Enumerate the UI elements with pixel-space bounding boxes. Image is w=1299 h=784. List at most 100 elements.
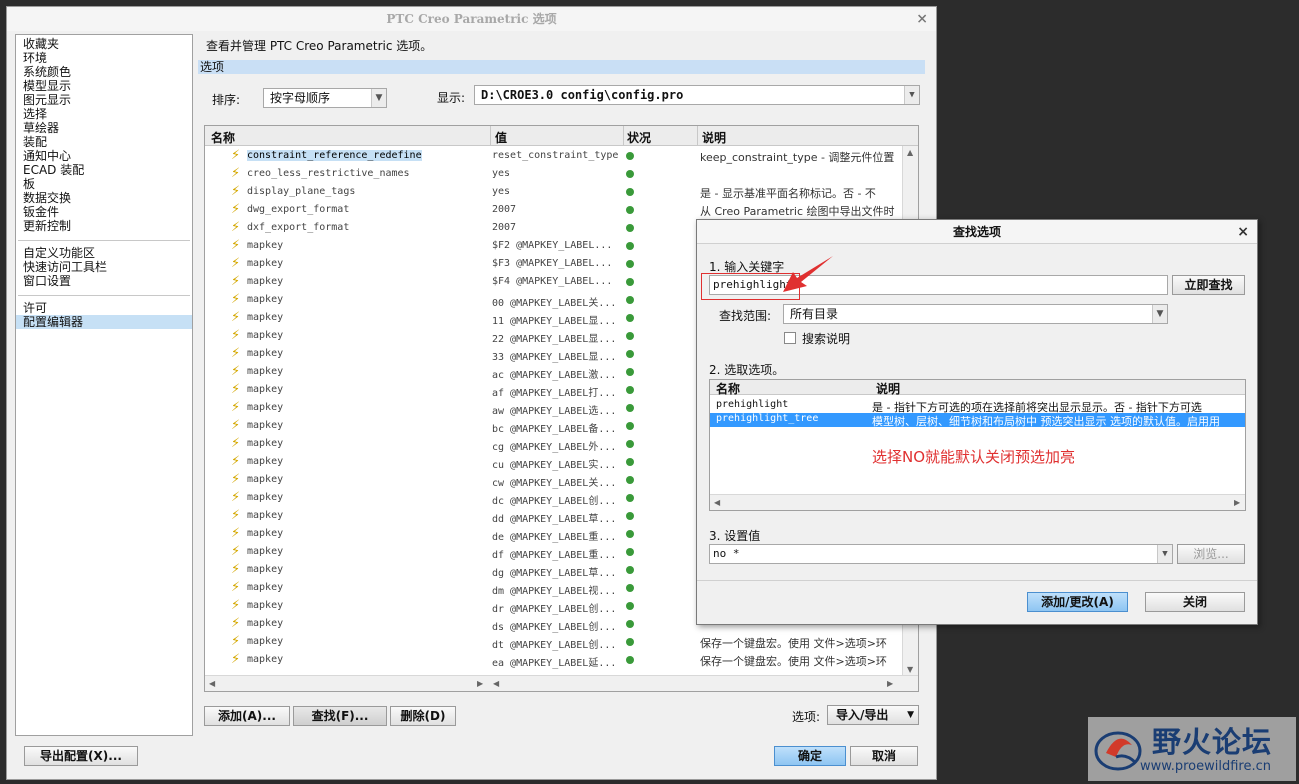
scroll-right-icon[interactable]: ▶ <box>477 679 483 688</box>
category-item[interactable]: 钣金件 <box>16 205 192 219</box>
table-row[interactable]: ⚡ mapkey dt @MAPKEY_LABEL创... 保存一个键盘宏。使用 文件… <box>205 633 902 651</box>
chevron-down-icon: ▼ <box>371 89 386 107</box>
option-value: 2007 <box>492 204 517 215</box>
option-description: keep_constraint_type - 调整元件位置 <box>700 151 895 164</box>
column-header-description[interactable]: 说明 <box>876 380 900 397</box>
option-name: mapkey <box>247 330 284 341</box>
category-item[interactable]: 选择 <box>16 107 192 121</box>
scroll-left-icon[interactable]: ◀ <box>493 679 499 688</box>
show-dropdown[interactable]: D:\CROE3.0 config\config.pro ▼ <box>474 85 920 105</box>
result-description: 模型树、层树、细节树和布局树中 预选突出显示 选项的默认值。启用用 <box>872 415 1220 427</box>
option-value: dt @MAPKEY_LABEL创... <box>492 640 617 651</box>
category-item[interactable]: 许可 <box>16 301 192 315</box>
category-item[interactable]: 窗口设置 <box>16 274 192 288</box>
scroll-right-icon[interactable]: ▶ <box>1234 498 1240 507</box>
scroll-left-icon[interactable]: ◀ <box>714 498 720 507</box>
scroll-right-icon[interactable]: ▶ <box>887 679 893 688</box>
chevron-down-icon: ▼ <box>1152 305 1167 323</box>
import-export-button[interactable]: 导入/导出 ▼ <box>827 705 919 725</box>
watermark: 野火论坛 www.proewildfire.cn <box>1088 717 1296 781</box>
table-row[interactable]: ⚡ mapkey ea @MAPKEY_LABEL延... 保存一个键盘宏。使用 文件… <box>205 651 902 669</box>
close-icon[interactable]: × <box>916 7 928 31</box>
export-config-button[interactable]: 导出配置(X)... <box>24 746 138 766</box>
result-row[interactable]: prehighlight_tree 模型树、层树、细节树和布局树中 预选突出显示 … <box>710 413 1245 427</box>
column-header-value[interactable]: 值 <box>495 129 507 146</box>
column-header-description[interactable]: 说明 <box>702 129 726 146</box>
sort-dropdown[interactable]: 按字母顺序 ▼ <box>263 88 387 108</box>
lightning-icon: ⚡ <box>231 400 241 415</box>
watermark-url: www.proewildfire.cn <box>1140 759 1271 774</box>
cancel-button[interactable]: 取消 <box>850 746 918 766</box>
category-item[interactable]: 通知中心 <box>16 149 192 163</box>
status-dot-icon <box>626 494 634 502</box>
lightning-icon: ⚡ <box>231 472 241 487</box>
chevron-down-icon: ▼ <box>1157 545 1172 563</box>
option-value: de @MAPKEY_LABEL重... <box>492 532 617 543</box>
value-dropdown[interactable]: no * ▼ <box>709 544 1173 564</box>
results-header: 名称 说明 <box>710 380 1245 397</box>
option-value: df @MAPKEY_LABEL重... <box>492 550 617 561</box>
result-row[interactable]: prehighlight 是 - 指针下方可选的项在选择前将突出显示显示。否 - … <box>710 399 1245 413</box>
column-header-status[interactable]: 状况 <box>627 129 651 146</box>
category-item[interactable]: 快速访问工具栏 <box>16 260 192 274</box>
lightning-icon: ⚡ <box>231 256 241 271</box>
option-name: mapkey <box>247 384 284 395</box>
table-row[interactable]: ⚡ creo_less_restrictive_names yes <box>205 165 902 183</box>
category-item[interactable]: 收藏夹 <box>16 37 192 51</box>
status-dot-icon <box>626 404 634 412</box>
category-item[interactable]: 配置编辑器 <box>16 315 192 329</box>
category-item[interactable]: 装配 <box>16 135 192 149</box>
lightning-icon: ⚡ <box>231 328 241 343</box>
close-button[interactable]: 关闭 <box>1145 592 1245 612</box>
category-item[interactable]: 板 <box>16 177 192 191</box>
scroll-left-icon[interactable]: ◀ <box>209 679 215 688</box>
search-description-checkbox[interactable] <box>784 332 796 344</box>
lightning-icon: ⚡ <box>231 562 241 577</box>
horizontal-scrollbar[interactable]: ◀ ▶ ◀ ▶ <box>205 675 918 691</box>
status-dot-icon <box>626 368 634 376</box>
category-item[interactable]: 模型显示 <box>16 79 192 93</box>
option-value: dd @MAPKEY_LABEL草... <box>492 514 617 525</box>
scope-dropdown[interactable]: 所有目录 ▼ <box>783 304 1168 324</box>
category-item[interactable]: 系统颜色 <box>16 65 192 79</box>
category-item[interactable]: 图元显示 <box>16 93 192 107</box>
category-item[interactable]: 自定义功能区 <box>16 246 192 260</box>
result-name: prehighlight_tree <box>716 413 819 424</box>
close-icon[interactable]: × <box>1237 220 1249 244</box>
horizontal-scrollbar[interactable]: ◀ ▶ <box>710 494 1245 510</box>
ok-button[interactable]: 确定 <box>774 746 846 766</box>
find-option-button[interactable]: 查找(F)... <box>293 706 387 726</box>
category-item[interactable]: ECAD 装配 <box>16 163 192 177</box>
lightning-icon: ⚡ <box>231 436 241 451</box>
scroll-up-icon[interactable]: ▲ <box>907 148 913 157</box>
lightning-icon: ⚡ <box>231 202 241 217</box>
table-row[interactable]: ⚡ display_plane_tags yes 是 - 显示基准平面名称标记。否 -… <box>205 183 902 201</box>
lightning-icon: ⚡ <box>231 598 241 613</box>
option-value: 22 @MAPKEY_LABEL显... <box>492 334 617 345</box>
table-row[interactable]: ⚡ dwg_export_format 2007 从 Creo Parametric … <box>205 201 902 219</box>
lightning-icon: ⚡ <box>231 418 241 433</box>
option-name: display_plane_tags <box>247 186 356 197</box>
status-dot-icon <box>626 638 634 646</box>
add-change-button[interactable]: 添加/更改(A) <box>1027 592 1128 612</box>
category-item[interactable]: 数据交换 <box>16 191 192 205</box>
category-item[interactable]: 环境 <box>16 51 192 65</box>
category-item[interactable]: 更新控制 <box>16 219 192 233</box>
delete-option-button[interactable]: 删除(D) <box>390 706 456 726</box>
column-header-name[interactable]: 名称 <box>211 129 235 146</box>
search-now-button[interactable]: 立即查找 <box>1172 275 1245 295</box>
add-option-button[interactable]: 添加(A)... <box>204 706 290 726</box>
find-dialog-title-bar[interactable]: 查找选项 × <box>697 220 1257 244</box>
browse-button[interactable]: 浏览... <box>1177 544 1245 564</box>
column-header-name[interactable]: 名称 <box>716 380 740 397</box>
lightning-icon: ⚡ <box>231 382 241 397</box>
option-name: mapkey <box>247 240 284 251</box>
option-description: 保存一个键盘宏。使用 文件>选项>环 <box>700 655 887 668</box>
table-row[interactable]: ⚡ constraint_reference_redefine reset_cons… <box>205 147 902 165</box>
watermark-name: 野火论坛 <box>1152 725 1273 759</box>
scroll-down-icon[interactable]: ▼ <box>907 665 913 674</box>
category-item[interactable]: 草绘器 <box>16 121 192 135</box>
divider <box>697 126 698 146</box>
option-value: af @MAPKEY_LABEL打... <box>492 388 617 399</box>
dialog-title-bar[interactable]: PTC Creo Parametric 选项 × <box>7 7 936 31</box>
